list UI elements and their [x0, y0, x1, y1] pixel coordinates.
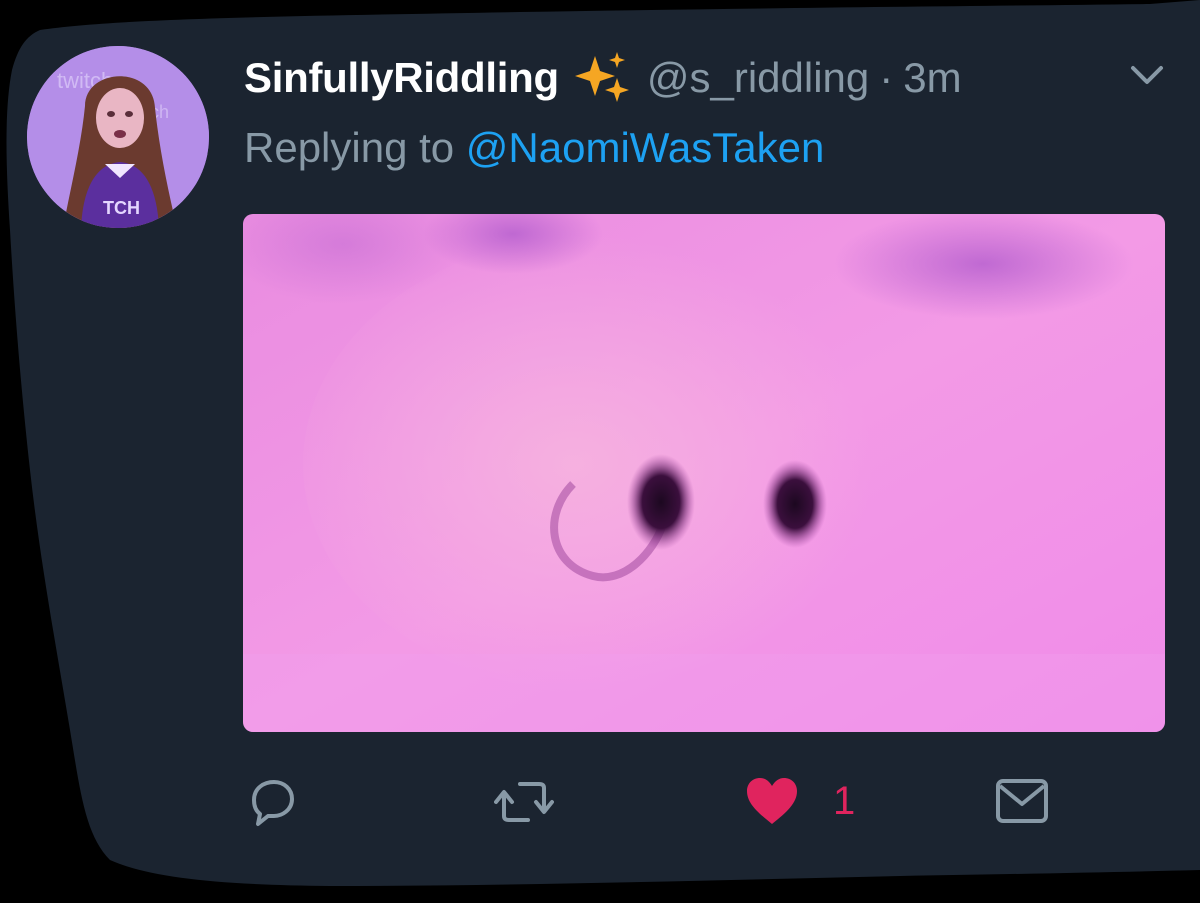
like-count: 1: [833, 778, 856, 823]
direct-message-button[interactable]: [995, 776, 1049, 826]
tweet-media-image[interactable]: [243, 214, 1165, 732]
reply-icon: [252, 780, 294, 826]
svg-text:TCH: TCH: [103, 198, 140, 218]
like-button[interactable]: 1: [745, 776, 855, 826]
tweet-header: SinfullyRiddling @s_riddling · 3m: [244, 50, 962, 106]
display-name[interactable]: SinfullyRiddling: [244, 54, 559, 102]
replying-to-label: Replying to: [244, 124, 455, 171]
retweet-button[interactable]: [494, 776, 554, 828]
retweet-icon: [494, 782, 554, 822]
timestamp[interactable]: 3m: [903, 54, 961, 102]
tweet-card[interactable]: twitch tch TCH SinfullyRiddling @s_riddl…: [0, 0, 1200, 903]
avatar-portrait-image: twitch tch TCH: [27, 46, 209, 228]
reply-target-link[interactable]: @NaomiWasTaken: [466, 124, 825, 171]
user-handle[interactable]: @s_riddling: [647, 54, 869, 102]
envelope-icon: [996, 779, 1048, 823]
avatar[interactable]: twitch tch TCH: [27, 46, 209, 228]
reply-button[interactable]: [246, 776, 298, 828]
chevron-down-icon[interactable]: [1127, 60, 1167, 90]
screenshot-stage: twitch tch TCH SinfullyRiddling @s_riddl…: [0, 0, 1200, 903]
replying-to-line: Replying to @NaomiWasTaken: [244, 124, 824, 172]
sparkles-icon: [573, 50, 633, 106]
heart-icon: [747, 778, 797, 824]
separator-dot: ·: [879, 54, 894, 101]
